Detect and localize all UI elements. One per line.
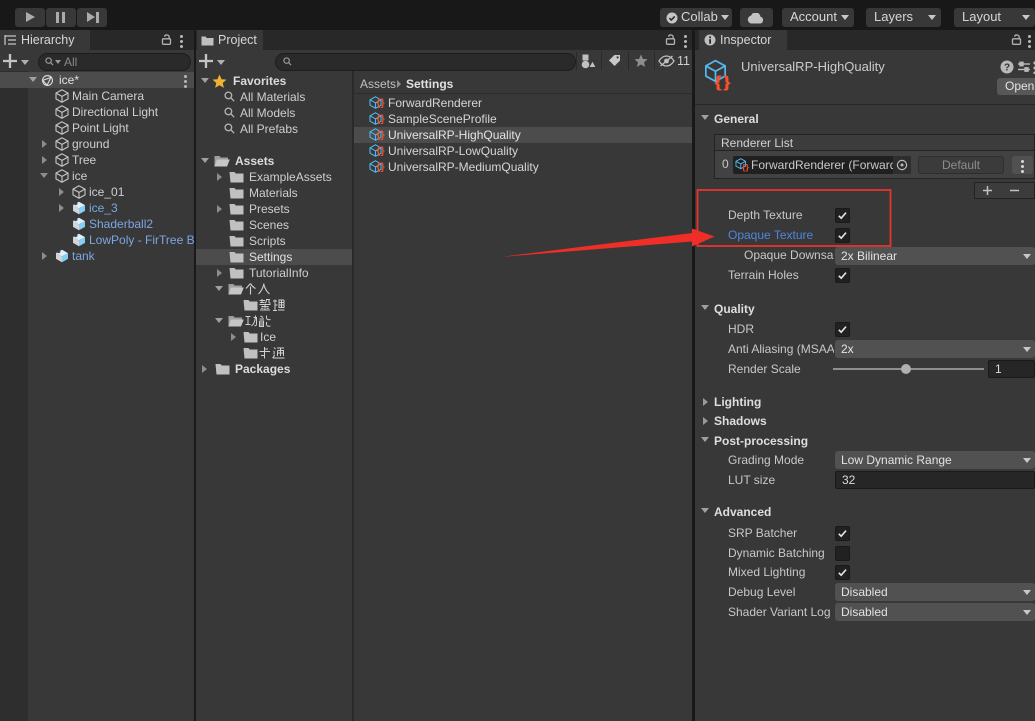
- svg-text:?: ?: [1004, 63, 1010, 74]
